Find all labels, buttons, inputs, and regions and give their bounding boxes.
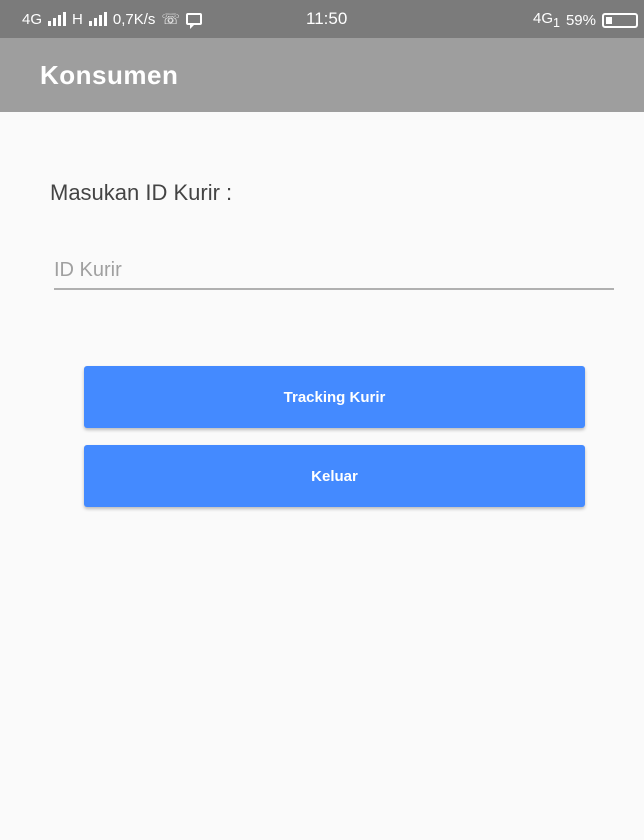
status-bar: 4G H 0,7K/s ☏ 11:50 4G1 59% bbox=[0, 0, 644, 38]
signal-icon bbox=[48, 11, 67, 26]
network-type-right: 4G1 bbox=[533, 10, 560, 30]
courier-id-input[interactable] bbox=[54, 252, 614, 288]
page-title: Konsumen bbox=[40, 60, 179, 90]
message-icon bbox=[186, 13, 203, 29]
network-type-left: 4G bbox=[22, 10, 43, 28]
exit-button[interactable]: Keluar bbox=[84, 445, 585, 507]
courier-id-field-wrapper bbox=[54, 252, 614, 290]
signal-icon bbox=[88, 11, 107, 26]
network-type-mid: H bbox=[72, 10, 83, 28]
tracking-courier-button[interactable]: Tracking Kurir bbox=[84, 366, 585, 428]
status-right: 4G1 59% bbox=[533, 10, 638, 30]
status-time: 11:50 bbox=[306, 9, 348, 28]
network-speed: 0,7K/s bbox=[112, 10, 156, 28]
battery-percent: 59% bbox=[565, 11, 596, 29]
whatsapp-icon: ☏ bbox=[161, 11, 181, 28]
app-bar: Konsumen bbox=[0, 38, 644, 112]
courier-id-label: Masukan ID Kurir : bbox=[50, 180, 233, 205]
status-left: 4G H 0,7K/s ☏ bbox=[22, 10, 203, 29]
battery-icon bbox=[602, 12, 638, 28]
